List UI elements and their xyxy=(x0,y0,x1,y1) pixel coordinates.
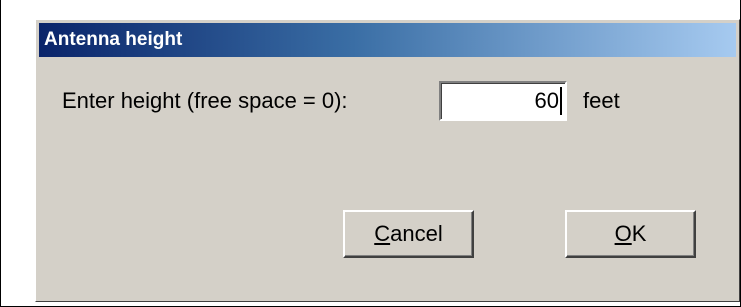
screen: Antenna height Enter height (free space … xyxy=(0,0,741,307)
ok-button-label-rest: K xyxy=(631,221,647,246)
height-input[interactable] xyxy=(439,81,567,121)
dialog-titlebar[interactable]: Antenna height xyxy=(39,23,736,57)
ok-button-accelerator: O xyxy=(614,221,632,246)
ok-button[interactable]: OK xyxy=(565,210,696,258)
antenna-height-dialog: Antenna height Enter height (free space … xyxy=(35,19,740,302)
unit-label: feet xyxy=(583,88,620,113)
dialog-title: Antenna height xyxy=(44,29,183,50)
text-caret xyxy=(560,87,562,115)
height-prompt-label: Enter height (free space = 0): xyxy=(62,88,348,113)
cancel-button-label-rest: ancel xyxy=(390,221,443,246)
cancel-button[interactable]: Cancel xyxy=(343,210,474,258)
cancel-button-accelerator: C xyxy=(374,221,391,246)
